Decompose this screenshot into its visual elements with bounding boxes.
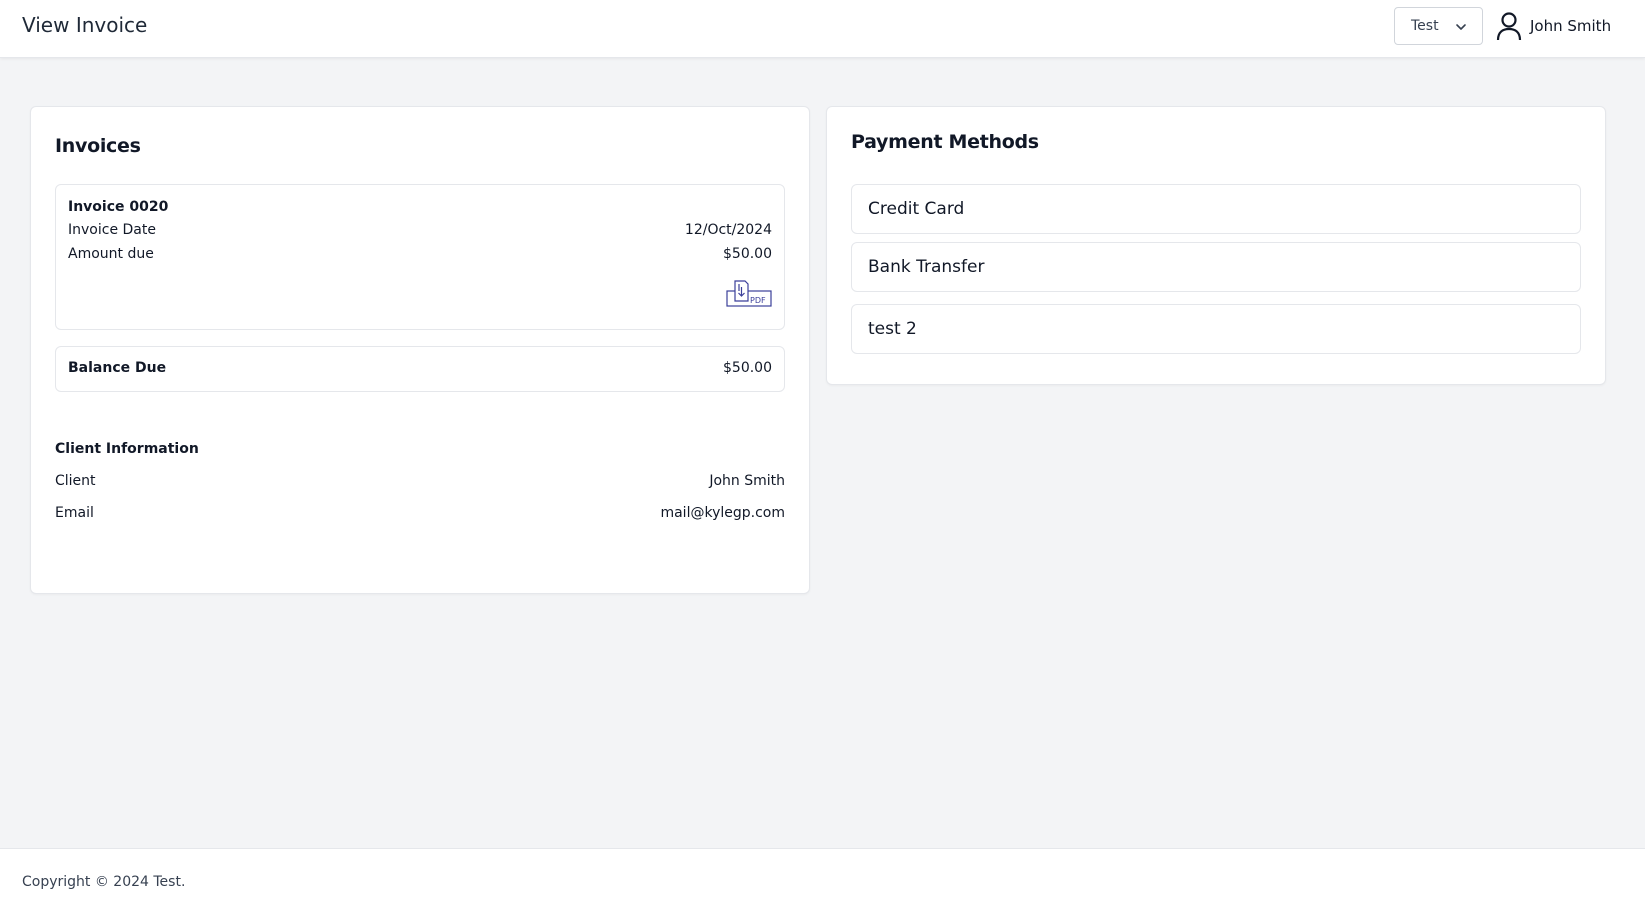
page-title: View Invoice <box>22 13 148 37</box>
footer: Copyright © 2024 Test. <box>0 848 1645 913</box>
copyright-text: Copyright © 2024 Test. <box>22 874 186 890</box>
invoice-date-label: Invoice Date <box>68 222 156 238</box>
svg-text:PDF: PDF <box>750 296 766 305</box>
email-label: Email <box>55 505 94 521</box>
amount-due-row: Amount due $50.00 <box>68 246 772 262</box>
balance-due-box: Balance Due $50.00 <box>55 346 785 392</box>
pdf-download-icon[interactable]: PDF <box>726 279 772 307</box>
invoice-number: Invoice 0020 <box>68 199 169 215</box>
client-row: Client John Smith <box>55 473 785 489</box>
balance-due-row: Balance Due $50.00 <box>68 360 772 376</box>
email-row: Email mail@kylegp.com <box>55 505 785 521</box>
payment-method-test-2[interactable]: test 2 <box>851 304 1581 354</box>
invoices-title: Invoices <box>55 135 141 157</box>
balance-due-label: Balance Due <box>68 360 167 376</box>
organization-select-value: Test <box>1411 18 1439 34</box>
payment-methods-title: Payment Methods <box>851 131 1039 153</box>
payment-method-bank-transfer[interactable]: Bank Transfer <box>851 242 1581 292</box>
user-menu[interactable]: John Smith <box>1496 10 1611 42</box>
payment-methods-card: Payment Methods Credit Card Bank Transfe… <box>826 106 1606 385</box>
email-value: mail@kylegp.com <box>660 505 785 521</box>
user-name: John Smith <box>1530 17 1612 35</box>
client-information-title: Client Information <box>55 441 199 457</box>
invoice-item: Invoice 0020 Invoice Date 12/Oct/2024 Am… <box>55 184 785 330</box>
amount-due-value: $50.00 <box>723 246 772 262</box>
user-icon <box>1496 12 1522 41</box>
top-bar: View Invoice Test John Smith <box>0 0 1645 58</box>
invoices-card: Invoices Invoice 0020 Invoice Date 12/Oc… <box>30 106 810 594</box>
amount-due-label: Amount due <box>68 246 154 262</box>
chevron-down-icon <box>1456 24 1466 30</box>
balance-due-value: $50.00 <box>723 360 772 376</box>
payment-method-credit-card[interactable]: Credit Card <box>851 184 1581 234</box>
invoice-date-row: Invoice Date 12/Oct/2024 <box>68 222 772 238</box>
organization-select[interactable]: Test <box>1394 7 1483 45</box>
client-label: Client <box>55 473 96 489</box>
invoice-date-value: 12/Oct/2024 <box>684 222 772 238</box>
client-value: John Smith <box>709 473 785 489</box>
